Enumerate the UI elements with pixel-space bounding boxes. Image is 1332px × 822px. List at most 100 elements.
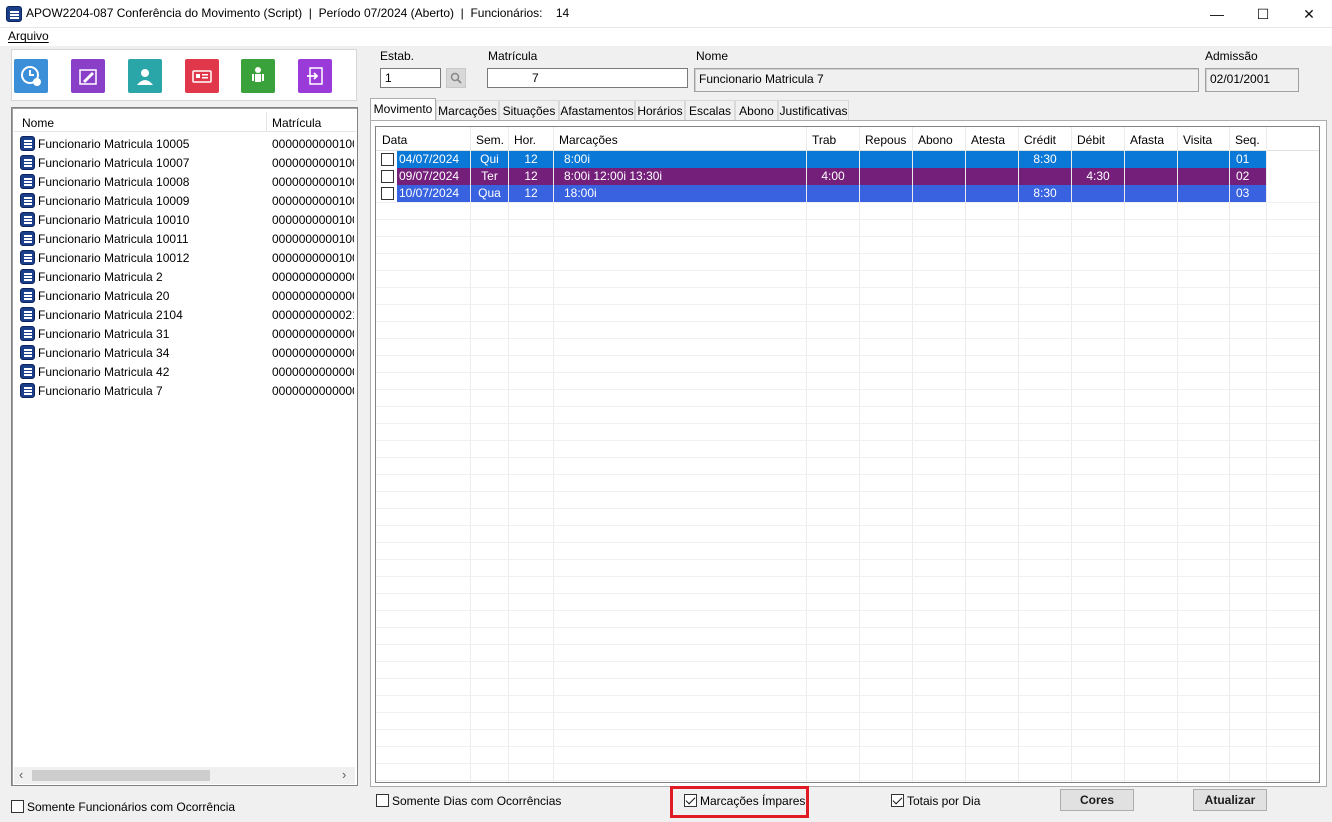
marcacoes-impares-checkbox[interactable] — [684, 794, 697, 807]
employee-icon — [20, 212, 35, 227]
employee-list[interactable]: Nome Matrícula Funcionario Matricula 100… — [11, 107, 358, 786]
close-button[interactable]: ✕ — [1286, 0, 1332, 28]
grid-row[interactable]: 10/07/2024 Qua 12 18:00i 8:30 03 — [376, 185, 1266, 202]
employee-row[interactable]: Funcionario Matricula 10011 0000000000100… — [18, 229, 354, 248]
grid-cell: 8:30 — [1019, 151, 1071, 168]
employee-row[interactable]: Funcionario Matricula 7 00000000000000 — [18, 381, 354, 400]
atualizar-button[interactable]: Atualizar — [1193, 789, 1267, 811]
tab-escalas[interactable]: Escalas — [685, 100, 735, 120]
somente-dias-label: Somente Dias com Ocorrências — [392, 794, 562, 808]
row-checkbox[interactable] — [381, 153, 394, 166]
user-icon[interactable] — [128, 59, 162, 93]
grid-header-cell[interactable]: Atesta — [971, 133, 1005, 147]
person-icon[interactable] — [241, 59, 275, 93]
employee-row[interactable]: Funcionario Matricula 2 00000000000000 — [18, 267, 354, 286]
employee-row[interactable]: Funcionario Matricula 31 00000000000003 — [18, 324, 354, 343]
employee-row[interactable]: Funcionario Matricula 10007 0000000000100… — [18, 153, 354, 172]
tab-horarios[interactable]: Horários — [635, 100, 685, 120]
grid-header-cell[interactable]: Crédit — [1024, 133, 1056, 147]
grid-cell: 02 — [1230, 168, 1266, 185]
grid-cell — [860, 151, 912, 168]
employee-matricula: 00000000000004 — [272, 365, 354, 379]
grid-row[interactable]: 09/07/2024 Ter 12 8:00i 12:00i 13:30i 4:00 4:… — [376, 168, 1266, 185]
grid-cell — [966, 151, 1018, 168]
estab-field[interactable]: 1 — [380, 68, 441, 88]
employee-row[interactable]: Funcionario Matricula 10009 0000000000100… — [18, 191, 354, 210]
grid-header-cell[interactable]: Repous — [865, 133, 906, 147]
grid-cell: 12 — [509, 151, 553, 168]
minimize-button[interactable]: — — [1194, 0, 1240, 28]
employee-name: Funcionario Matricula 34 — [38, 346, 170, 360]
grid-cell — [860, 185, 912, 202]
tab-afastamentos[interactable]: Afastamentos — [559, 100, 635, 120]
employee-icon — [20, 307, 35, 322]
employee-row[interactable]: Funcionario Matricula 10010 0000000000100… — [18, 210, 354, 229]
horizontal-scrollbar[interactable]: ‹ › — [14, 767, 355, 784]
employee-icon — [20, 155, 35, 170]
employee-matricula: 00000000001000 — [272, 194, 354, 208]
grid-header-cell[interactable]: Hor. — [514, 133, 536, 147]
nome-field: Funcionario Matricula 7 — [694, 68, 1199, 92]
edit-icon[interactable] — [71, 59, 105, 93]
grid-header-cell[interactable]: Sem. — [476, 133, 504, 147]
header-matricula[interactable]: Matrícula — [272, 116, 321, 130]
grid-cell — [913, 168, 965, 185]
row-checkbox[interactable] — [381, 170, 394, 183]
grid-row[interactable]: 04/07/2024 Qui 12 8:00i 8:30 01 — [376, 151, 1266, 168]
employee-matricula: 00000000000000 — [272, 384, 354, 398]
employee-name: Funcionario Matricula 10007 — [38, 156, 190, 170]
grid-cell: 03 — [1230, 185, 1266, 202]
tab-situacoes[interactable]: Situações — [499, 100, 559, 120]
employee-row[interactable]: Funcionario Matricula 10008 0000000000100… — [18, 172, 354, 191]
search-button[interactable] — [446, 68, 466, 88]
grid-cell — [1072, 185, 1124, 202]
totais-por-dia-checkbox[interactable] — [891, 794, 904, 807]
grid-cell: 12 — [509, 185, 553, 202]
scroll-left-arrow[interactable]: ‹ — [19, 767, 23, 782]
grid-header-cell[interactable]: Trab — [812, 133, 836, 147]
employee-row[interactable]: Funcionario Matricula 2104 00000000000210 — [18, 305, 354, 324]
row-checkbox[interactable] — [381, 187, 394, 200]
matricula-field[interactable]: 7 — [487, 68, 688, 88]
employee-name: Funcionario Matricula 20 — [38, 289, 170, 303]
grid-header-cell[interactable]: Data — [382, 133, 407, 147]
employee-matricula: 00000000001000 — [272, 175, 354, 189]
grid-cell: 4:00 — [807, 168, 859, 185]
somente-dias-checkbox[interactable] — [376, 794, 389, 807]
tab-abono[interactable]: Abono — [735, 100, 778, 120]
cores-button[interactable]: Cores — [1060, 789, 1134, 811]
grid-header-cell[interactable]: Seq. — [1235, 133, 1260, 147]
employee-row[interactable]: Funcionario Matricula 34 00000000000003 — [18, 343, 354, 362]
employee-row[interactable]: Funcionario Matricula 20 00000000000002 — [18, 286, 354, 305]
clock-icon[interactable] — [14, 59, 48, 93]
employee-icon — [20, 269, 35, 284]
tab-marcacoes[interactable]: Marcações — [436, 100, 499, 120]
maximize-button[interactable]: ☐ — [1240, 0, 1286, 28]
grid-header-cell[interactable]: Abono — [918, 133, 953, 147]
scroll-thumb[interactable] — [32, 770, 210, 781]
grid-cell — [1178, 151, 1229, 168]
employee-row[interactable]: Funcionario Matricula 42 00000000000004 — [18, 362, 354, 381]
employee-matricula: 00000000000003 — [272, 346, 354, 360]
somente-funcionarios-checkbox[interactable] — [11, 800, 24, 813]
grid-header-cell[interactable]: Visita — [1183, 133, 1212, 147]
grid-header-cell[interactable]: Afasta — [1130, 133, 1164, 147]
id-card-icon[interactable] — [185, 59, 219, 93]
toolbar — [11, 49, 357, 101]
grid-cell — [1072, 151, 1124, 168]
header-nome[interactable]: Nome — [22, 116, 54, 130]
employee-row[interactable]: Funcionario Matricula 10005 0000000000100… — [18, 134, 354, 153]
exit-icon[interactable] — [298, 59, 332, 93]
movimento-grid[interactable]: Data Sem. Hor. Marcações Trab Repous Abono Ates… — [375, 126, 1320, 783]
employee-name: Funcionario Matricula 10009 — [38, 194, 190, 208]
grid-header-cell[interactable]: Marcações — [559, 133, 618, 147]
employee-matricula: 00000000001001 — [272, 251, 354, 265]
tab-justificativas[interactable]: Justificativas — [778, 100, 849, 120]
menu-arquivo[interactable]: Arquivo — [8, 29, 49, 43]
grid-cell: 12 — [509, 168, 553, 185]
scroll-right-arrow[interactable]: › — [342, 767, 346, 782]
grid-header-cell[interactable]: Débit — [1077, 133, 1105, 147]
employee-matricula: 00000000000002 — [272, 289, 354, 303]
employee-row[interactable]: Funcionario Matricula 10012 0000000000100… — [18, 248, 354, 267]
tab-movimento[interactable]: Movimento — [370, 98, 436, 120]
